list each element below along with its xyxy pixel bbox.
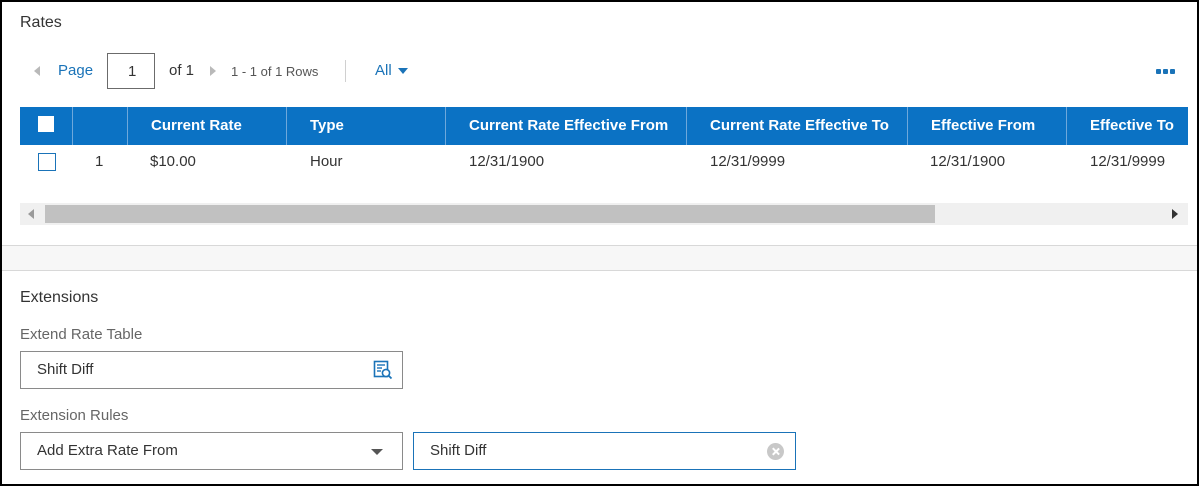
cell-current-rate: $10.00 bbox=[150, 153, 196, 170]
row-number-header bbox=[72, 107, 127, 145]
pagination-bar: Page of 1 1 - 1 of 1 Rows All bbox=[20, 52, 1190, 90]
extension-rule-select[interactable]: Add Extra Rate From bbox=[20, 432, 403, 470]
extend-rate-table-label: Extend Rate Table bbox=[20, 326, 143, 343]
clear-circle-icon[interactable] bbox=[767, 443, 784, 460]
extension-rules-label: Extension Rules bbox=[20, 407, 129, 424]
previous-page-icon[interactable] bbox=[34, 66, 40, 76]
cell-current-rate-effective-to: 12/31/9999 bbox=[710, 153, 786, 170]
extension-rule-value-field[interactable]: Shift Diff bbox=[413, 432, 796, 470]
table-search-icon[interactable] bbox=[373, 360, 393, 380]
horizontal-scrollbar[interactable] bbox=[20, 203, 1188, 225]
chevron-down-icon bbox=[371, 449, 383, 455]
rows-filter-dropdown[interactable]: All bbox=[375, 62, 408, 79]
column-header-current-rate[interactable]: Current Rate bbox=[127, 107, 286, 145]
extend-rate-table-value: Shift Diff bbox=[37, 361, 94, 378]
next-page-icon[interactable] bbox=[210, 66, 216, 76]
scroll-left-icon[interactable] bbox=[28, 209, 34, 219]
page-label[interactable]: Page bbox=[58, 62, 93, 79]
section-divider bbox=[2, 245, 1197, 271]
page-count-text: of 1 bbox=[169, 62, 195, 79]
select-all-checkbox[interactable] bbox=[38, 116, 54, 132]
extend-rate-table-field[interactable]: Shift Diff bbox=[20, 351, 403, 389]
column-header-effective-to[interactable]: Effective To bbox=[1066, 107, 1188, 145]
column-header-effective-from[interactable]: Effective From bbox=[907, 107, 1066, 145]
rates-panel: Rates Page of 1 1 - 1 of 1 Rows All Curr… bbox=[0, 0, 1199, 486]
rows-filter-label: All bbox=[375, 62, 392, 79]
more-horizontal-icon[interactable] bbox=[1156, 69, 1175, 74]
select-all-header bbox=[20, 107, 72, 145]
extension-rule-select-value: Add Extra Rate From bbox=[37, 442, 178, 459]
page-number-input[interactable] bbox=[107, 53, 155, 89]
row-number: 1 bbox=[95, 153, 104, 170]
extension-rule-value-text: Shift Diff bbox=[430, 442, 487, 459]
grid-header: Current Rate Type Current Rate Effective… bbox=[20, 107, 1188, 145]
scroll-right-icon[interactable] bbox=[1172, 209, 1178, 219]
rates-section-title: Rates bbox=[20, 14, 62, 31]
column-header-current-rate-effective-to[interactable]: Current Rate Effective To bbox=[686, 107, 907, 145]
scrollbar-thumb[interactable] bbox=[45, 205, 935, 223]
chevron-down-icon bbox=[397, 67, 408, 74]
extensions-section-title: Extensions bbox=[20, 289, 99, 306]
rates-grid: Current Rate Type Current Rate Effective… bbox=[20, 107, 1188, 228]
cell-type: Hour bbox=[310, 153, 343, 170]
table-row[interactable]: 1 $10.00 Hour 12/31/1900 12/31/9999 12/3… bbox=[20, 145, 1188, 183]
row-count-text: 1 - 1 of 1 Rows bbox=[231, 64, 319, 79]
cell-effective-to: 12/31/9999 bbox=[1090, 153, 1166, 170]
row-checkbox[interactable] bbox=[38, 153, 56, 171]
pager-divider bbox=[345, 60, 346, 82]
cell-current-rate-effective-from: 12/31/1900 bbox=[469, 153, 545, 170]
cell-effective-from: 12/31/1900 bbox=[930, 153, 1006, 170]
column-header-current-rate-effective-from[interactable]: Current Rate Effective From bbox=[445, 107, 686, 145]
column-header-type[interactable]: Type bbox=[286, 107, 445, 145]
